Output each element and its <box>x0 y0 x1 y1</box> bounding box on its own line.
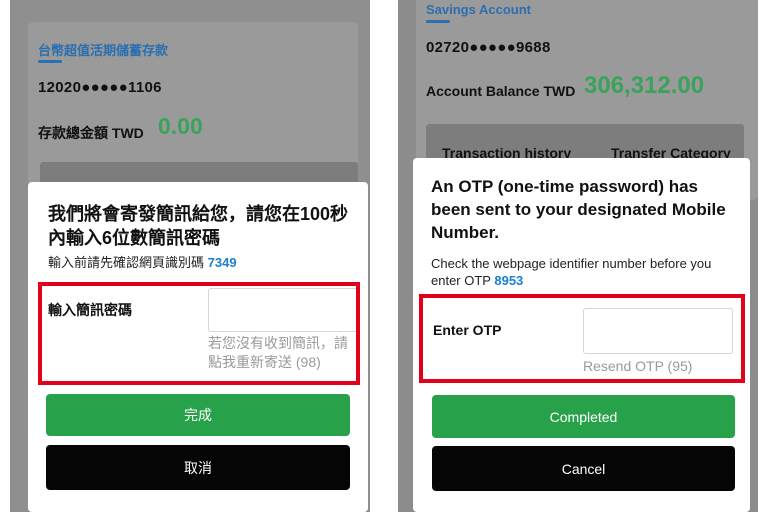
otp-dialog: An OTP (one-time password) has been sent… <box>413 158 750 512</box>
balance-value: 306,312.00 <box>584 72 705 99</box>
confirm-button[interactable]: Completed <box>432 395 735 438</box>
otp-dialog: 我們將會寄發簡訊給您，請您在100秒內輸入6位數簡訊密碼 輸入前請先確認網頁識別… <box>28 182 368 512</box>
account-type[interactable]: Savings Account <box>426 2 531 17</box>
account-type[interactable]: 台幣超值活期儲蓄存款 <box>38 40 168 59</box>
dialog-subtitle: Check the webpage identifier number befo… <box>431 256 743 290</box>
highlight-box <box>38 282 360 385</box>
confirm-button[interactable]: 完成 <box>46 394 350 436</box>
account-type-underline <box>38 60 62 63</box>
balance-label: 存款總金額 TWD <box>38 125 144 141</box>
account-type-underline <box>426 20 450 23</box>
dialog-subtitle: 輸入前請先確認網頁識別碼 7349 <box>48 255 358 272</box>
account-number: 12020●●●●●1106 <box>38 79 162 96</box>
right-screen: Savings Account 02720●●●●●9688 Account B… <box>398 0 758 512</box>
account-number: 02720●●●●●9688 <box>426 39 551 56</box>
subtitle-text: Check the webpage identifier number befo… <box>431 256 712 288</box>
subtitle-text: 輸入前請先確認網頁識別碼 <box>48 255 205 270</box>
cancel-button[interactable]: Cancel <box>432 446 735 491</box>
identifier-code: 7349 <box>207 255 237 270</box>
balance-value: 0.00 <box>158 113 203 139</box>
highlight-box <box>419 294 745 383</box>
identifier-code: 8953 <box>494 272 524 288</box>
dialog-title: 我們將會寄發簡訊給您，請您在100秒內輸入6位數簡訊密碼 <box>48 204 349 249</box>
dialog-title: An OTP (one-time password) has been sent… <box>431 177 726 242</box>
cancel-button[interactable]: 取消 <box>46 445 350 490</box>
balance-label: Account Balance TWD <box>426 83 576 99</box>
left-screen: 台幣超值活期儲蓄存款 12020●●●●●1106 存款總金額 TWD 0.00… <box>10 0 370 512</box>
